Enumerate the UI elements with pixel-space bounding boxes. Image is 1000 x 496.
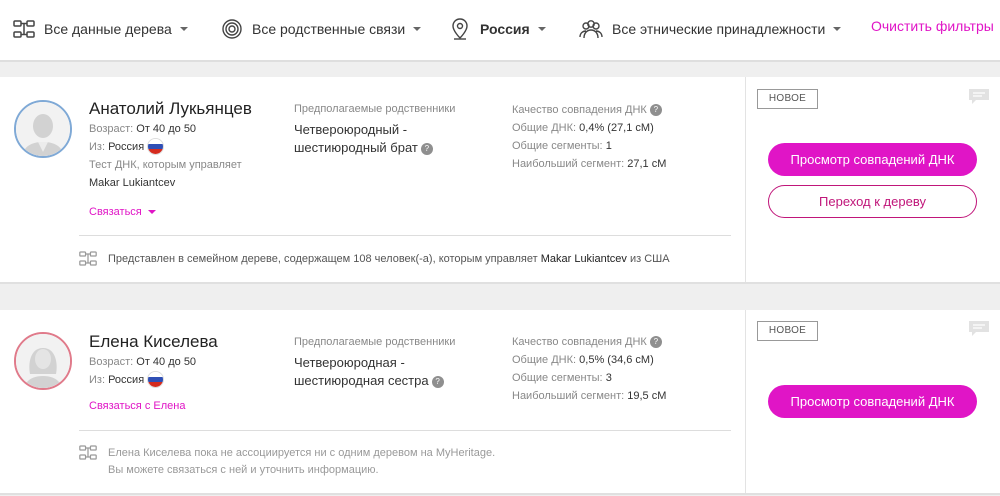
match-name[interactable]: Анатолий Лукьянцев — [89, 99, 252, 119]
chevron-down-icon — [147, 210, 156, 215]
country-value: Россия — [108, 141, 145, 153]
comment-icon[interactable] — [968, 88, 990, 106]
match-details: Возраст: От 40 до 50 Из: Россия — [89, 353, 196, 389]
relationship-line-1: Четвероюродный - — [294, 122, 408, 137]
relationship-value: Четвероюродный - шестиюродный брат? — [294, 121, 455, 157]
relationship-label: Предполагаемые родственники — [294, 336, 456, 348]
filter-location-label: Россия — [480, 21, 530, 37]
tree-manager-link[interactable]: Makar Lukiantcev — [541, 253, 627, 265]
divider — [79, 430, 731, 431]
match-actions: НОВОЕ Просмотр совпадений ДНК Переход к … — [745, 77, 1000, 282]
family-tree-icon — [79, 251, 99, 267]
relationship-value: Четвероюродная - шестиюродная сестра? — [294, 354, 455, 390]
help-icon[interactable]: ? — [420, 142, 433, 155]
avatar[interactable] — [14, 100, 72, 158]
help-icon[interactable]: ? — [649, 104, 662, 117]
divider — [79, 235, 731, 236]
people-group-icon — [578, 17, 604, 41]
largest-segment-label: Наибольший сегмент: — [512, 158, 625, 170]
chevron-down-icon — [833, 27, 842, 31]
help-icon[interactable]: ? — [649, 336, 662, 349]
manager-name: Makar Lukiantcev — [89, 177, 176, 189]
review-dna-match-button[interactable]: Просмотр совпадений ДНК — [768, 385, 977, 418]
tree-info-line-1: Елена Киселева пока не ассоциируется ни … — [108, 447, 496, 459]
shared-segments-value: 3 — [605, 372, 612, 384]
new-badge: НОВОЕ — [757, 89, 818, 109]
chevron-down-icon — [179, 27, 188, 31]
estimated-relationship: Предполагаемые родственники Четвероюродн… — [294, 336, 455, 390]
family-tree-icon — [12, 17, 36, 41]
shared-segments-label: Общие сегменты: — [512, 140, 603, 152]
filter-tree-data[interactable]: Все данные дерева — [12, 17, 188, 41]
match-card: Анатолий Лукьянцев Возраст: От 40 до 50 … — [0, 77, 1000, 284]
help-icon[interactable]: ? — [431, 375, 444, 388]
shared-dna-label: Общие ДНК: — [512, 354, 577, 366]
age-label: Возраст: — [89, 123, 134, 135]
relationship-line-2: шестиюродный брат — [294, 140, 418, 155]
contact-dropdown[interactable]: Связаться — [89, 206, 156, 218]
from-label: Из: — [89, 374, 106, 386]
avatar[interactable] — [14, 332, 72, 390]
age-value: От 40 до 50 — [136, 123, 197, 135]
country-value: Россия — [108, 374, 145, 386]
largest-segment-value: 27,1 сМ — [627, 158, 667, 170]
contact-link[interactable]: Связаться с Елена — [89, 400, 185, 412]
largest-segment-label: Наибольший сегмент: — [512, 390, 625, 402]
dna-match-quality: Качество совпадения ДНК? Общие ДНК: 0,5%… — [512, 333, 666, 405]
contact-label: Связаться — [89, 206, 142, 218]
new-badge: НОВОЕ — [757, 321, 818, 341]
tree-info-line-2: Вы можете связаться с ней и уточнить инф… — [108, 464, 379, 476]
match-actions: НОВОЕ Просмотр совпадений ДНК — [745, 310, 1000, 493]
shared-dna-value: 0,5% (34,6 сМ) — [579, 354, 654, 366]
location-pin-icon — [448, 17, 472, 41]
russia-flag-icon — [147, 137, 165, 155]
comment-icon[interactable] — [968, 320, 990, 338]
largest-segment-value: 19,5 сМ — [627, 390, 667, 402]
tree-info-text: Представлен в семейном дереве, содержаще… — [108, 253, 538, 265]
shared-segments-label: Общие сегменты: — [512, 372, 603, 384]
clear-filters-link[interactable]: Очистить фильтры — [871, 18, 994, 34]
review-dna-match-button[interactable]: Просмотр совпадений ДНК — [768, 143, 977, 176]
relationship-line-1: Четвероюродная - — [294, 355, 405, 370]
chevron-down-icon — [413, 27, 422, 31]
dna-match-quality: Качество совпадения ДНК? Общие ДНК: 0,4%… — [512, 101, 666, 173]
shared-segments-value: 1 — [605, 140, 612, 152]
managed-by-label: Тест ДНК, которым управляет — [89, 159, 242, 171]
shared-dna-value: 0,4% (27,1 сМ) — [579, 122, 654, 134]
age-label: Возраст: — [89, 356, 134, 368]
match-details: Возраст: От 40 до 50 Из: Россия Тест ДНК… — [89, 120, 242, 192]
match-name[interactable]: Елена Киселева — [89, 332, 218, 352]
shared-dna-label: Общие ДНК: — [512, 122, 577, 134]
relationship-line-2: шестиюродная сестра — [294, 373, 429, 388]
filter-location[interactable]: Россия — [448, 17, 546, 41]
estimated-relationship: Предполагаемые родственники Четвероюродн… — [294, 103, 455, 157]
filter-tree-data-label: Все данные дерева — [44, 21, 172, 37]
filter-bar: Все данные дерева Все родственные связи … — [0, 0, 1000, 62]
russia-flag-icon — [147, 370, 165, 388]
match-quality-label: Качество совпадения ДНК — [512, 336, 647, 348]
match-quality-label: Качество совпадения ДНК — [512, 104, 647, 116]
filter-relations[interactable]: Все родственные связи — [220, 17, 422, 41]
family-tree-icon — [79, 445, 99, 461]
tree-info: Елена Киселева пока не ассоциируется ни … — [79, 445, 495, 479]
relationship-label: Предполагаемые родственники — [294, 103, 456, 115]
filter-relations-label: Все родственные связи — [252, 21, 406, 37]
filter-ethnicity[interactable]: Все этнические принадлежности — [578, 17, 842, 41]
from-label: Из: — [89, 141, 106, 153]
view-tree-button[interactable]: Переход к дереву — [768, 185, 977, 218]
age-value: От 40 до 50 — [136, 356, 197, 368]
match-card: Елена Киселева Возраст: От 40 до 50 Из: … — [0, 310, 1000, 495]
tree-info: Представлен в семейном дереве, содержаще… — [79, 251, 670, 268]
filter-ethnicity-label: Все этнические принадлежности — [612, 21, 826, 37]
target-icon — [220, 17, 244, 41]
chevron-down-icon — [537, 27, 546, 31]
tree-info-country: из США — [629, 253, 670, 265]
